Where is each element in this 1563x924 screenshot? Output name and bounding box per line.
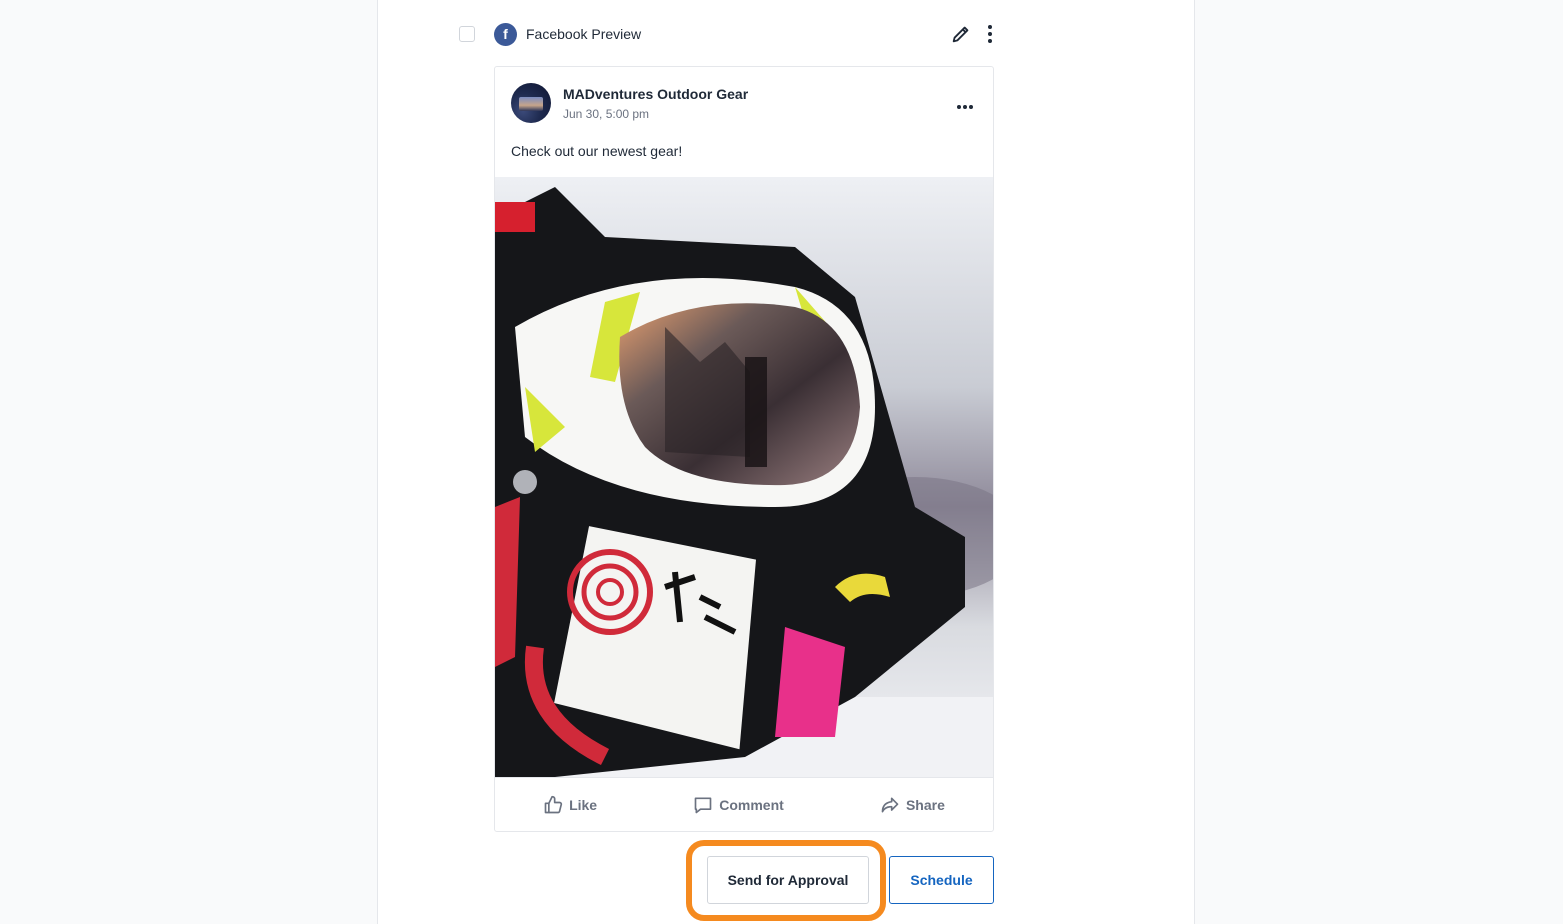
select-checkbox[interactable] — [459, 26, 475, 42]
header-actions — [950, 23, 994, 45]
more-vertical-icon[interactable] — [986, 24, 994, 44]
facebook-post-card: MADventures Outdoor Gear Jun 30, 5:00 pm… — [494, 66, 994, 832]
post-header: MADventures Outdoor Gear Jun 30, 5:00 pm… — [495, 67, 993, 177]
preview-header: f Facebook Preview — [459, 20, 994, 48]
more-horizontal-icon[interactable] — [956, 97, 974, 115]
share-button[interactable]: Share — [868, 795, 957, 815]
share-icon — [881, 797, 899, 813]
schedule-button[interactable]: Schedule — [889, 856, 994, 904]
like-button[interactable]: Like — [531, 795, 609, 815]
post-image — [495, 177, 993, 777]
thumbs-up-icon — [544, 795, 563, 814]
avatar — [511, 83, 551, 123]
post-actions: Like Comment Share — [495, 777, 993, 831]
comment-icon — [694, 797, 712, 814]
page-name: MADventures Outdoor Gear — [563, 86, 749, 102]
comment-button[interactable]: Comment — [681, 795, 796, 815]
edit-icon[interactable] — [950, 23, 972, 45]
like-label: Like — [569, 797, 598, 813]
comment-label: Comment — [719, 797, 784, 813]
post-text: Check out our newest gear! — [511, 143, 683, 159]
share-label: Share — [905, 797, 945, 813]
preview-title: Facebook Preview — [526, 26, 642, 42]
post-date: Jun 30, 5:00 pm — [563, 107, 650, 121]
facebook-icon: f — [494, 22, 517, 46]
send-for-approval-button[interactable]: Send for Approval — [707, 856, 869, 904]
